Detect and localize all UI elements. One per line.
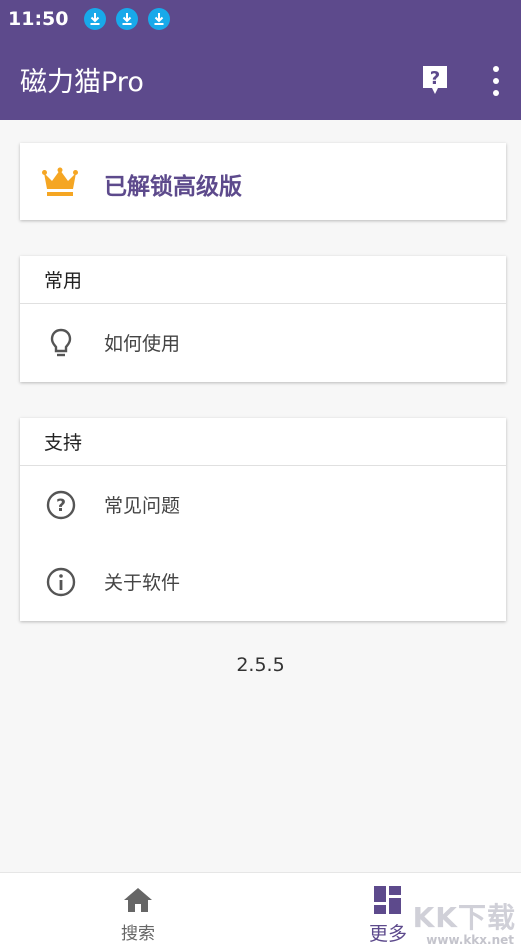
download-notification-icon — [84, 8, 107, 30]
app-title: 磁力猫Pro — [20, 66, 144, 98]
help-icon[interactable]: ? — [421, 64, 449, 96]
menu-item-label: 关于软件 — [104, 572, 181, 594]
overflow-menu-icon[interactable] — [490, 66, 502, 96]
watermark-url: www.kkx.net — [426, 933, 514, 947]
app-version: 2.5.5 — [236, 654, 285, 676]
menu-item-about[interactable]: 关于软件 — [20, 543, 506, 620]
menu-item-how-to-use[interactable]: 如何使用 — [20, 304, 506, 381]
home-icon — [122, 885, 154, 915]
download-notification-icon — [116, 8, 139, 30]
common-group-card: 常用 如何使用 — [20, 256, 506, 382]
premium-card[interactable]: 已解锁高级版 — [20, 143, 506, 220]
menu-item-label: 如何使用 — [104, 333, 181, 355]
download-notification-icon — [148, 8, 171, 30]
app-bar: 磁力猫Pro ? — [0, 38, 521, 120]
watermark-text: KK下载 — [412, 901, 516, 934]
group-header-common: 常用 — [20, 256, 506, 304]
nav-item-search[interactable]: 搜索 — [78, 873, 198, 949]
lightbulb-icon — [44, 326, 78, 360]
status-bar: 11:50 — [0, 0, 521, 38]
svg-text:?: ? — [430, 68, 440, 89]
nav-label-search: 搜索 — [121, 924, 155, 944]
watermark: KK下载 www.kkx.net — [388, 892, 520, 949]
status-time: 11:50 — [8, 8, 69, 30]
premium-label: 已解锁高级版 — [104, 174, 242, 200]
group-header-support: 支持 — [20, 418, 506, 466]
svg-text:?: ? — [56, 496, 66, 516]
menu-item-label: 常见问题 — [104, 495, 181, 517]
crown-icon — [42, 167, 78, 197]
menu-item-faq[interactable]: ? 常见问题 — [20, 466, 506, 543]
support-group-card: 支持 ? 常见问题 关于软件 — [20, 418, 506, 621]
info-circle-icon — [44, 565, 78, 599]
question-circle-icon: ? — [44, 488, 78, 522]
